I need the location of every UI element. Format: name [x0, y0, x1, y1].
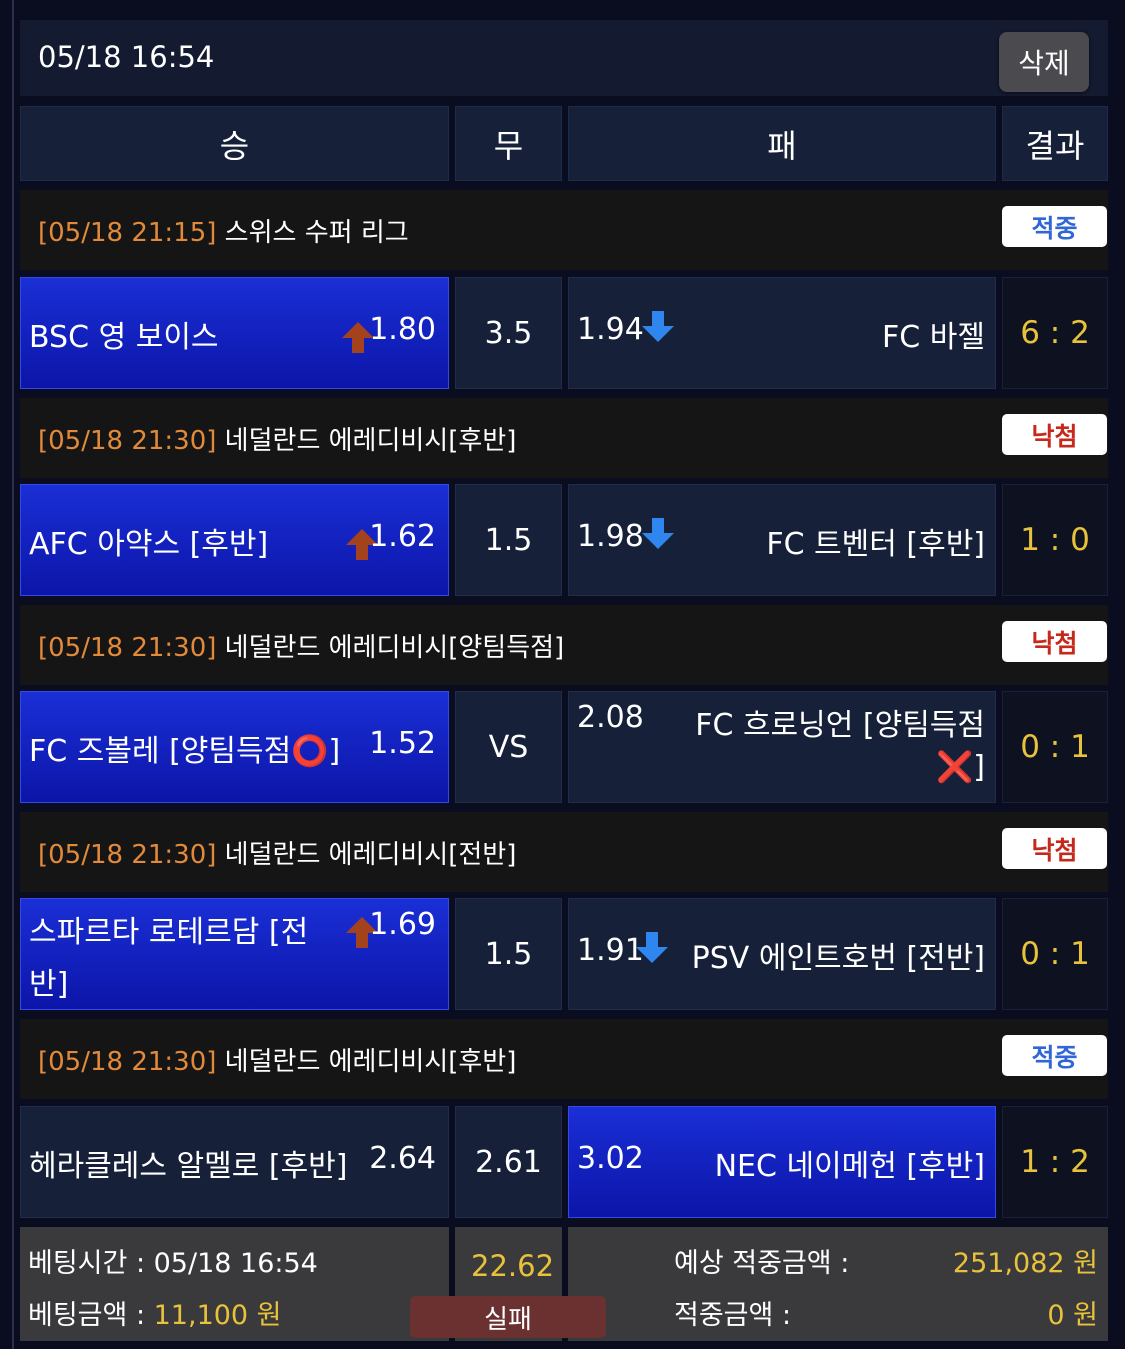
arrow-down-icon	[636, 932, 668, 963]
won-amount-value: 0 원	[1047, 1300, 1098, 1331]
league-name: 스위스 수퍼 리그	[216, 218, 409, 248]
won-amount-label: 적중금액 :	[674, 1300, 792, 1331]
payout-panel: 예상 적중금액 : 251,082 원 적중금액 : 0 원	[568, 1227, 1108, 1341]
away-pick-cell[interactable]: 3.02 NEC 네이메헌 [후반]	[568, 1106, 996, 1218]
away-pick-cell[interactable]: 2.08 FC 흐로닝언 [양팀득점 ❌]	[568, 691, 996, 803]
status-badge: 적중	[1002, 206, 1107, 247]
score: 0 : 1	[1002, 691, 1108, 803]
home-team: 스파르타 로테르담 [전	[29, 915, 309, 950]
home-team-cont: 반]	[29, 967, 69, 1002]
match-row: AFC 아약스 [후반] 1.62 1.5 1.98 FC 트벤터 [후반] 1…	[20, 484, 1108, 597]
home-odds: 1.80	[369, 312, 436, 347]
bet-amount-value: 11,100 원	[153, 1300, 282, 1331]
expected-payout-label: 예상 적중금액 :	[674, 1248, 850, 1279]
status-badge: 낙첨	[1002, 828, 1107, 869]
league-label: [05/18 21:30] 네덜란드 에레디비시[후반]	[38, 1041, 516, 1078]
away-team: FC 트벤터 [후반]	[766, 527, 985, 562]
bet-info-panel: 베팅시간 : 05/18 16:54 베팅금액 : 11,100 원	[20, 1227, 449, 1341]
status-badge: 적중	[1002, 1035, 1107, 1076]
bet-slip: 05/18 16:54 삭제 승 무 패 결과 [05/18 21:15] 스위…	[20, 20, 1108, 1342]
bet-time: 베팅시간 : 05/18 16:54	[28, 1241, 318, 1280]
away-team: FC 흐로닝언 [양팀득점	[695, 708, 985, 743]
left-edge-divider	[12, 0, 14, 1349]
league-name: 네덜란드 에레디비시[후반]	[216, 1047, 517, 1077]
home-pick-cell[interactable]: FC 즈볼레 [양팀득점⭕] 1.52	[20, 691, 449, 803]
slip-titlebar: 05/18 16:54 삭제	[20, 20, 1108, 96]
draw-cell[interactable]: VS	[455, 691, 562, 803]
league-label: [05/18 21:30] 네덜란드 에레디비시[전반]	[38, 834, 516, 871]
result-fail-button[interactable]: 실패	[410, 1296, 606, 1338]
draw-cell[interactable]: 2.61	[455, 1106, 562, 1218]
league-label: [05/18 21:30] 네덜란드 에레디비시[후반]	[38, 420, 516, 457]
home-odds: 2.64	[369, 1141, 436, 1176]
home-pick-cell[interactable]: AFC 아약스 [후반] 1.62	[20, 484, 449, 596]
league-header: [05/18 21:30] 네덜란드 에레디비시[후반] 적중	[20, 1019, 1108, 1099]
draw-cell[interactable]: 1.5	[455, 484, 562, 596]
draw-cell[interactable]: 1.5	[455, 898, 562, 1010]
draw-cell[interactable]: 3.5	[455, 277, 562, 389]
home-pick-cell[interactable]: 스파르타 로테르담 [전 반] 1.69	[20, 898, 449, 1010]
league-header: [05/18 21:30] 네덜란드 에레디비시[후반] 낙첨	[20, 398, 1108, 478]
match-row: BSC 영 보이스 1.80 3.5 1.94 FC 바젤 6 : 2	[20, 277, 1108, 390]
home-team: 헤라클레스 알멜로 [후반]	[29, 1149, 348, 1184]
away-odds: 1.98	[577, 519, 644, 554]
home-odds: 1.62	[369, 519, 436, 554]
league-time: [05/18 21:30]	[38, 840, 217, 870]
slip-datetime: 05/18 16:54	[38, 40, 215, 74]
league-time: [05/18 21:30]	[38, 426, 217, 456]
away-odds: 1.91	[577, 933, 644, 968]
bet-time-label: 베팅시간 :	[28, 1248, 154, 1279]
league-header: [05/18 21:15] 스위스 수퍼 리그 적중	[20, 190, 1108, 270]
match-row: FC 즈볼레 [양팀득점⭕] 1.52 VS 2.08 FC 흐로닝언 [양팀득…	[20, 691, 1108, 804]
away-odds: 3.02	[577, 1141, 644, 1176]
league-header: [05/18 21:30] 네덜란드 에레디비시[양팀득점] 낙첨	[20, 605, 1108, 685]
score: 6 : 2	[1002, 277, 1108, 389]
bet-amount: 베팅금액 : 11,100 원	[28, 1293, 282, 1332]
score: 0 : 1	[1002, 898, 1108, 1010]
home-team: FC 즈볼레 [양팀득점⭕]	[29, 734, 341, 769]
league-time: [05/18 21:30]	[38, 1047, 217, 1077]
away-team: PSV 에인트호번 [전반]	[691, 941, 985, 976]
arrow-down-icon	[642, 311, 674, 342]
league-header: [05/18 21:30] 네덜란드 에레디비시[전반] 낙첨	[20, 812, 1108, 892]
header-draw: 무	[455, 106, 562, 181]
away-team: FC 바젤	[882, 320, 985, 355]
league-name: 네덜란드 에레디비시[후반]	[216, 426, 517, 456]
league-label: [05/18 21:15] 스위스 수퍼 리그	[38, 212, 409, 249]
away-pick-cell[interactable]: 1.98 FC 트벤터 [후반]	[568, 484, 996, 596]
league-name: 네덜란드 에레디비시[전반]	[216, 840, 517, 870]
score: 1 : 0	[1002, 484, 1108, 596]
away-pick-cell[interactable]: 1.91 PSV 에인트호번 [전반]	[568, 898, 996, 1010]
match-row: 헤라클레스 알멜로 [후반] 2.64 2.61 3.02 NEC 네이메헌 […	[20, 1106, 1108, 1219]
total-odds: 22.62	[471, 1249, 555, 1283]
score: 1 : 2	[1002, 1106, 1108, 1218]
header-result: 결과	[1002, 106, 1108, 181]
arrow-down-icon	[642, 518, 674, 549]
expected-payout-value: 251,082 원	[952, 1248, 1098, 1279]
home-team: BSC 영 보이스	[29, 320, 219, 355]
match-row: 스파르타 로테르담 [전 반] 1.69 1.5 1.91 PSV 에인트호번 …	[20, 898, 1108, 1011]
league-time: [05/18 21:30]	[38, 633, 217, 663]
status-badge: 낙첨	[1002, 414, 1107, 455]
home-pick-cell[interactable]: BSC 영 보이스 1.80	[20, 277, 449, 389]
delete-button[interactable]: 삭제	[999, 32, 1089, 92]
header-win: 승	[20, 106, 449, 181]
bet-amount-label: 베팅금액 :	[28, 1300, 154, 1331]
away-odds: 2.08	[577, 700, 644, 735]
home-odds: 1.52	[369, 726, 436, 761]
status-badge: 낙첨	[1002, 621, 1107, 662]
league-label: [05/18 21:30] 네덜란드 에레디비시[양팀득점]	[38, 627, 564, 664]
league-name: 네덜란드 에레디비시[양팀득점]	[216, 633, 565, 663]
away-odds: 1.94	[577, 312, 644, 347]
header-lose: 패	[568, 106, 996, 181]
bet-time-value: 05/18 16:54	[153, 1248, 318, 1279]
league-time: [05/18 21:15]	[38, 218, 217, 248]
home-team: AFC 아약스 [후반]	[29, 527, 269, 562]
home-odds: 1.69	[369, 907, 436, 942]
away-team-cont: ❌]	[935, 750, 985, 785]
away-pick-cell[interactable]: 1.94 FC 바젤	[568, 277, 996, 389]
away-team: NEC 네이메헌 [후반]	[714, 1149, 985, 1184]
home-pick-cell[interactable]: 헤라클레스 알멜로 [후반] 2.64	[20, 1106, 449, 1218]
